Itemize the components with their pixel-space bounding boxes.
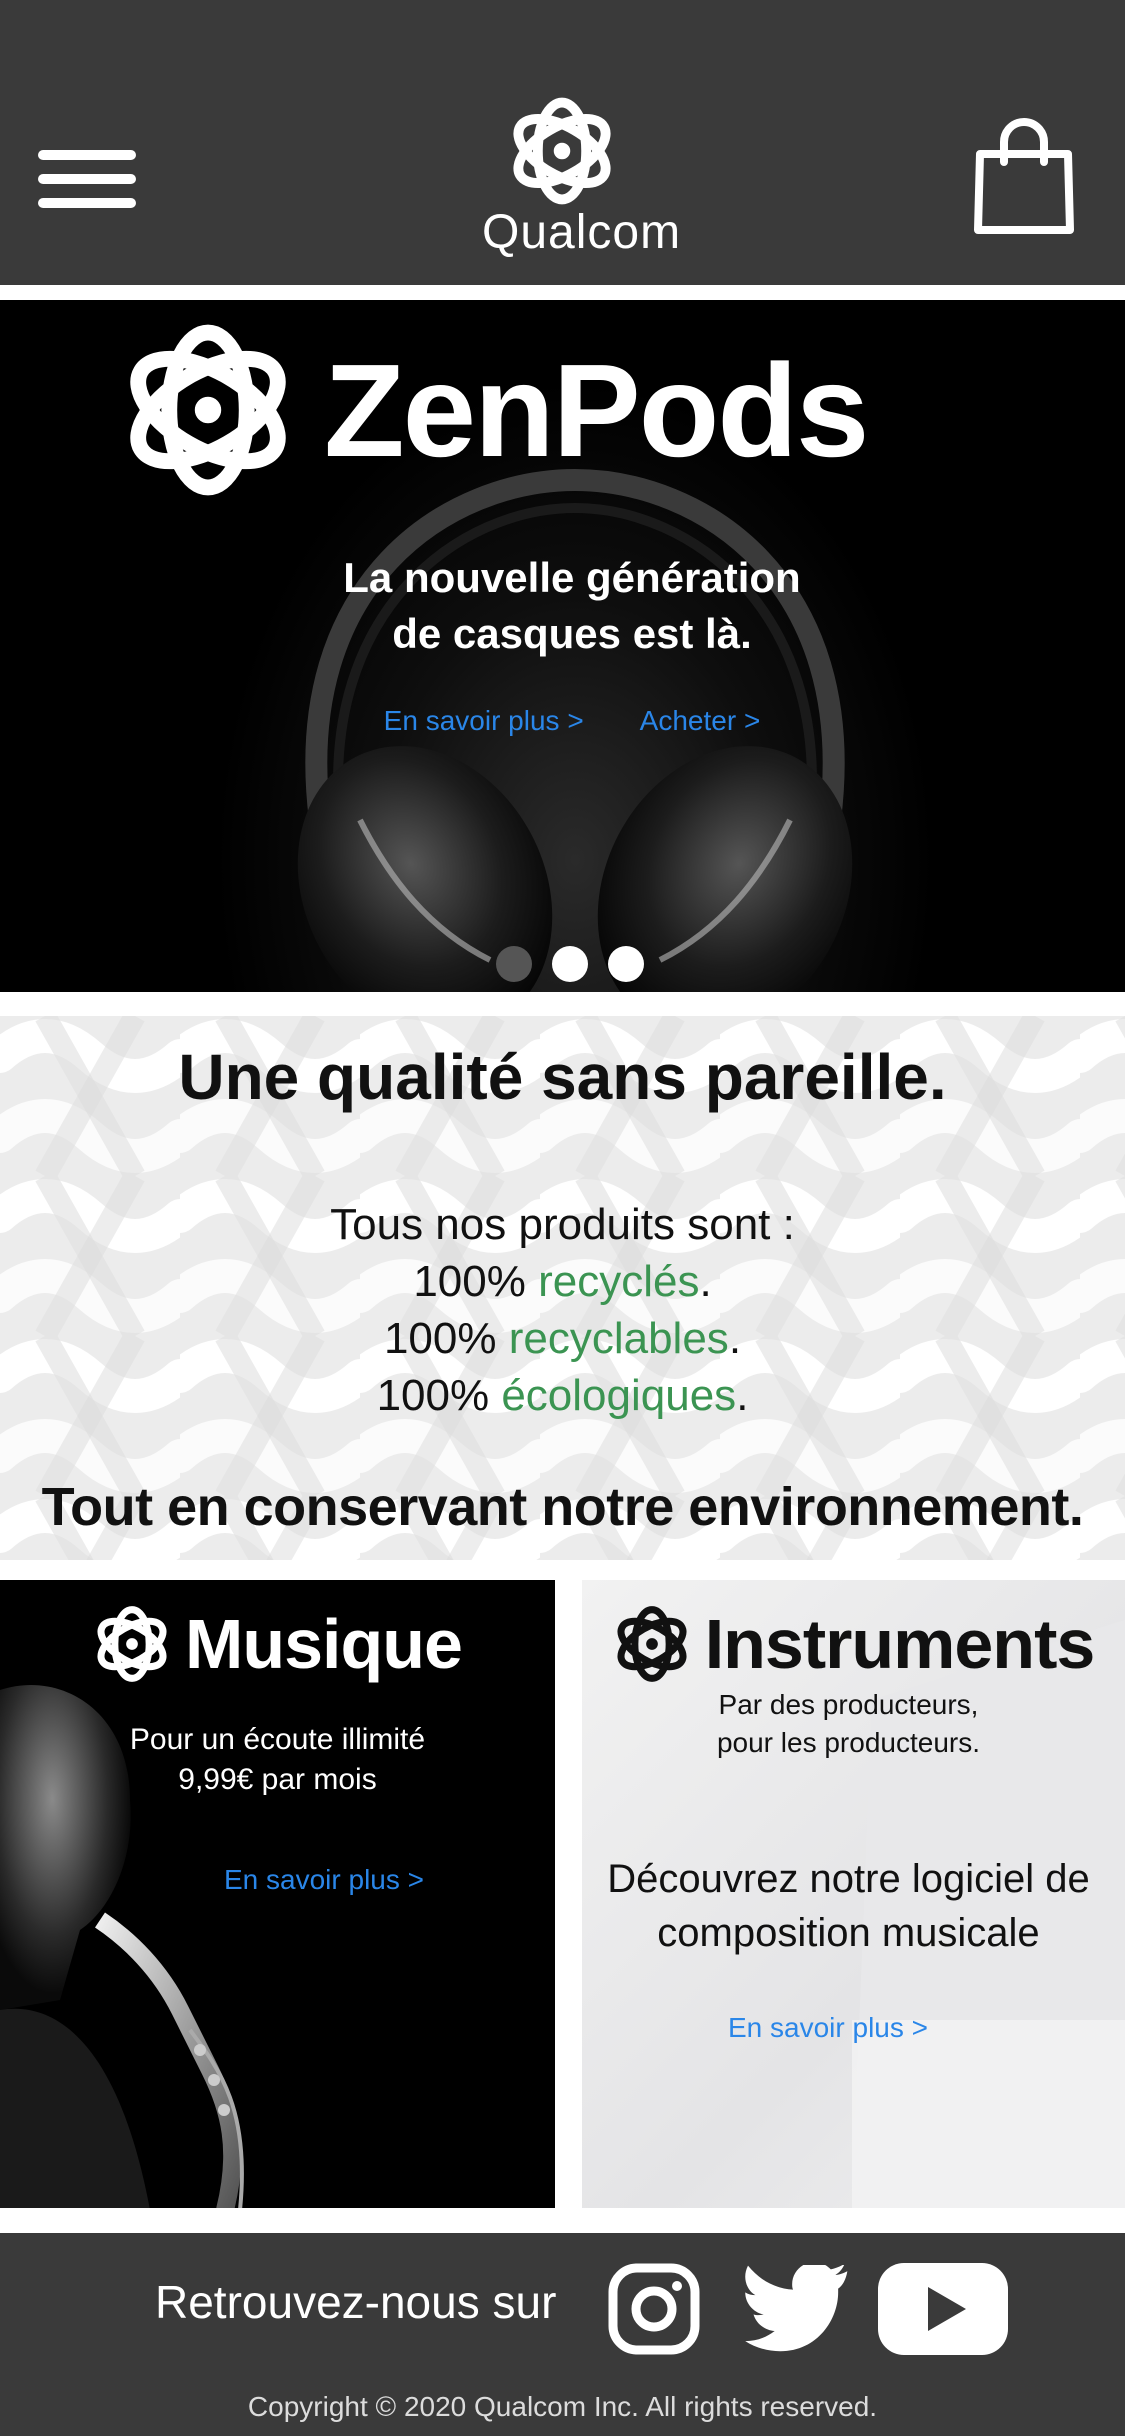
instruments-desc-line: composition musicale bbox=[657, 1911, 1040, 1955]
quality-list: Tous nos produits sont : 100% recyclés. … bbox=[0, 1196, 1125, 1424]
carousel-dot[interactable] bbox=[608, 946, 644, 982]
instruments-desc-line: Découvrez notre logiciel de bbox=[607, 1857, 1090, 1901]
carousel-dot[interactable] bbox=[552, 946, 588, 982]
atom-logo-icon bbox=[120, 322, 296, 498]
hero-links: En savoir plus > Acheter > bbox=[300, 705, 844, 737]
instruments-learn-more-link[interactable]: En savoir plus > bbox=[728, 2012, 928, 2044]
tagline-line: La nouvelle génération bbox=[343, 554, 801, 601]
carousel-dot[interactable] bbox=[496, 946, 532, 982]
instruments-sub-line: Par des producteurs, bbox=[718, 1689, 979, 1720]
music-line: Pour un écoute illimité bbox=[129, 1723, 426, 1756]
instagram-icon[interactable] bbox=[608, 2263, 700, 2355]
copyright-text: Copyright © 2020 Qualcom Inc. All rights… bbox=[247, 2391, 878, 2422]
quality-section: Une qualité sans pareille. Tous nos prod… bbox=[0, 1016, 1125, 1560]
instruments-subtitle: Par des producteurs, pour les producteur… bbox=[572, 1686, 1125, 1762]
instruments-description: Découvrez notre logiciel de composition … bbox=[572, 1852, 1125, 1960]
music-title: Musique bbox=[185, 1605, 463, 1683]
youtube-icon[interactable] bbox=[878, 2263, 1008, 2355]
quality-title: Une qualité sans pareille. bbox=[178, 1041, 947, 1113]
atom-logo-icon bbox=[502, 96, 622, 206]
music-learn-more-link[interactable]: En savoir plus > bbox=[224, 1864, 424, 1896]
music-card[interactable]: Musique Pour un écoute illimité 9,99€ pa… bbox=[0, 1580, 555, 2208]
instruments-heading: Instruments bbox=[582, 1604, 1125, 1684]
follow-us-label: Retrouvez-nous sur bbox=[155, 2276, 557, 2328]
buy-link[interactable]: Acheter > bbox=[640, 705, 761, 737]
instruments-title: Instruments bbox=[704, 1605, 1096, 1683]
site-footer: Retrouvez-nous sur Copyright © 2020 Qual… bbox=[0, 2233, 1125, 2436]
music-description: Pour un écoute illimité 9,99€ par mois bbox=[0, 1720, 555, 1800]
hamburger-menu-icon[interactable] bbox=[38, 150, 136, 208]
carousel-indicator bbox=[496, 946, 648, 982]
music-price: 9,99€ par mois bbox=[178, 1763, 377, 1796]
atom-logo-icon bbox=[613, 1605, 691, 1683]
hero-product-title: ZenPods bbox=[120, 340, 1020, 480]
atom-logo-icon bbox=[93, 1605, 171, 1683]
hero-banner: ZenPods La nouvelle génération de casque… bbox=[0, 300, 1125, 992]
learn-more-link[interactable]: En savoir plus > bbox=[384, 705, 584, 737]
music-heading: Musique bbox=[0, 1604, 555, 1684]
quality-line: 100% recyclables. bbox=[383, 1314, 742, 1363]
instruments-card[interactable]: Instruments Par des producteurs, pour le… bbox=[572, 1580, 1125, 2208]
quality-footer: Tout en conservant notre environnement. bbox=[41, 1477, 1084, 1537]
instruments-sub-line: pour les producteurs. bbox=[716, 1727, 981, 1758]
quality-line: 100% recyclés. bbox=[413, 1257, 712, 1306]
quality-intro: Tous nos produits sont : bbox=[330, 1200, 795, 1249]
shopping-bag-icon[interactable] bbox=[972, 118, 1076, 238]
brand-name: Qualcom bbox=[482, 206, 682, 259]
product-name: ZenPods bbox=[324, 336, 869, 484]
tagline-line: de casques est là. bbox=[392, 610, 752, 657]
twitter-icon[interactable] bbox=[742, 2265, 852, 2355]
brand-logo[interactable]: Qualcom bbox=[482, 96, 682, 266]
site-header: Qualcom bbox=[0, 0, 1125, 285]
hero-tagline: La nouvelle génération de casques est là… bbox=[200, 550, 944, 662]
quality-line: 100% écologiques. bbox=[376, 1371, 749, 1420]
